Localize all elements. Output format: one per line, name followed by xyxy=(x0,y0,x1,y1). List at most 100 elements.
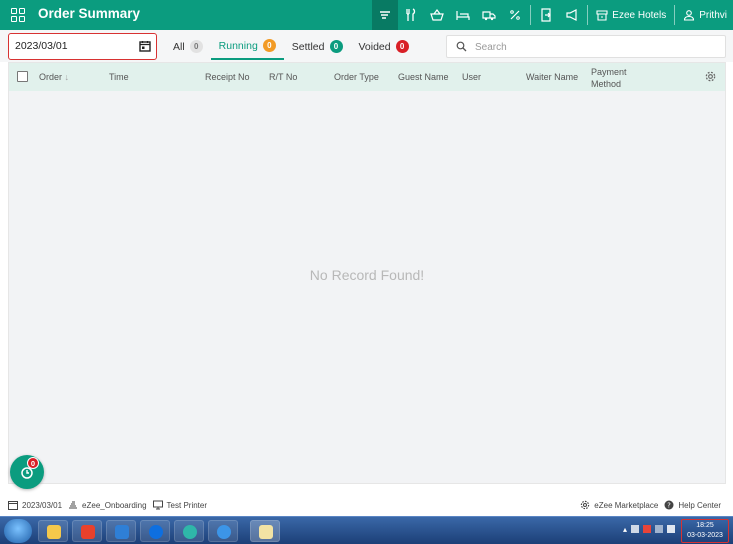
svg-text:?: ? xyxy=(667,502,671,510)
header-divider xyxy=(587,5,589,25)
taskbar-edge-button[interactable] xyxy=(174,520,204,542)
status-printer: Test Printer xyxy=(152,500,208,510)
column-order-type: Order Type xyxy=(334,72,379,82)
discount-icon[interactable] xyxy=(502,0,528,30)
tab-settled[interactable]: Settled 0 xyxy=(284,33,351,60)
column-label: Method xyxy=(591,79,622,89)
system-tray: ▴ xyxy=(623,525,675,534)
marketplace-link[interactable]: eZee Marketplace xyxy=(580,500,658,510)
tab-label: Settled xyxy=(291,40,325,53)
taskbar-anydesk-button[interactable] xyxy=(72,520,102,542)
tray-network-icon[interactable] xyxy=(631,525,639,533)
column-user: User xyxy=(462,72,482,82)
user-name: Prithvi xyxy=(699,9,727,21)
column-order[interactable]: Order ↓ xyxy=(39,72,69,82)
search-input[interactable] xyxy=(475,39,715,55)
header-divider xyxy=(530,5,532,25)
status-terminal: eZee_Onboarding xyxy=(68,500,147,510)
hotel-name: Ezee Hotels xyxy=(612,9,667,21)
status-printer-text: Test Printer xyxy=(166,500,208,510)
calendar-icon[interactable] xyxy=(139,40,151,52)
taskbar-phone-button[interactable] xyxy=(208,520,238,542)
notes-icon xyxy=(259,525,273,539)
status-bar: 2023/03/01 eZee_Onboarding Test Printer … xyxy=(0,498,733,514)
column-rt-no: R/T No xyxy=(269,72,298,82)
monitor-icon xyxy=(152,500,163,510)
taskbar-clock[interactable]: 18:25 03-03-2023 xyxy=(681,519,729,543)
notification-badge: 0 xyxy=(27,457,39,469)
count-badge: 0 xyxy=(395,40,409,53)
user-menu[interactable]: Prithvi xyxy=(677,0,733,30)
help-center-label: Help Center xyxy=(678,500,721,510)
date-picker[interactable]: 2023/03/01 xyxy=(8,33,157,60)
column-guest-name: Guest Name xyxy=(398,72,449,82)
status-date: 2023/03/01 xyxy=(8,500,62,510)
tab-label: All xyxy=(173,40,185,53)
table-header: Order ↓ Time Receipt No R/T No Order Typ… xyxy=(9,63,725,91)
exit-icon[interactable] xyxy=(533,0,559,30)
hotel-icon xyxy=(596,10,608,21)
help-icon: ? xyxy=(664,500,674,510)
help-center-link[interactable]: ? Help Center xyxy=(664,500,721,510)
status-date-text: 2023/03/01 xyxy=(22,500,63,510)
tray-volume-icon[interactable] xyxy=(667,525,675,533)
tray-arrow-icon[interactable]: ▴ xyxy=(623,525,627,534)
column-label: Payment xyxy=(591,67,627,77)
order-summary-icon[interactable] xyxy=(372,0,399,30)
tab-all[interactable]: All 0 xyxy=(165,33,211,60)
column-payment-method: Payment Method xyxy=(591,66,627,90)
search-box xyxy=(446,35,726,58)
teamviewer-icon xyxy=(149,525,163,539)
taskbar-app-button[interactable] xyxy=(106,520,136,542)
status-tabs: All 0 Running 0 Settled 0 Voided 0 xyxy=(165,33,417,60)
announcement-icon[interactable] xyxy=(559,0,585,30)
clock-date: 03-03-2023 xyxy=(687,532,723,539)
column-waiter-name: Waiter Name xyxy=(526,72,579,82)
calendar-icon xyxy=(8,501,18,510)
takeaway-basket-icon[interactable] xyxy=(424,0,450,30)
room-service-bed-icon[interactable] xyxy=(450,0,476,30)
count-badge: 0 xyxy=(262,39,276,52)
start-button[interactable] xyxy=(4,519,32,543)
filter-toolbar: 2023/03/01 All 0 Running 0 Settled 0 Voi… xyxy=(0,30,733,62)
dine-in-icon[interactable] xyxy=(398,0,424,30)
marketplace-label: eZee Marketplace xyxy=(594,500,659,510)
tab-running[interactable]: Running 0 xyxy=(210,33,284,60)
tray-security-icon[interactable] xyxy=(655,525,663,533)
sort-arrow-icon[interactable]: ↓ xyxy=(65,72,70,82)
taskbar-explorer-button[interactable] xyxy=(38,520,68,542)
delivery-truck-icon[interactable] xyxy=(476,0,502,30)
app-icon xyxy=(115,525,129,539)
app-header: Order Summary Ezee Hotels Prithvi xyxy=(0,0,733,30)
status-terminal-text: eZee_Onboarding xyxy=(82,500,147,510)
header-toolbar: Ezee Hotels Prithvi xyxy=(372,0,733,30)
page-title: Order Summary xyxy=(38,6,141,21)
tab-voided[interactable]: Voided 0 xyxy=(351,33,417,60)
gear-icon xyxy=(581,500,590,510)
windows-taskbar: ▴ 18:25 03-03-2023 xyxy=(0,516,733,544)
user-icon xyxy=(684,10,695,21)
edge-icon xyxy=(183,525,197,539)
date-value: 2023/03/01 xyxy=(15,40,68,52)
terminal-icon xyxy=(69,501,78,509)
folder-icon xyxy=(47,525,61,539)
tab-label: Voided xyxy=(358,40,391,53)
column-settings-gear-icon[interactable] xyxy=(704,70,717,83)
column-label: Order xyxy=(39,72,63,82)
count-badge: 0 xyxy=(189,40,203,53)
column-receipt-no: Receipt No xyxy=(205,72,250,82)
tab-label: Running xyxy=(218,39,258,52)
taskbar-active-app-button[interactable] xyxy=(250,520,280,542)
notifications-fab[interactable]: 0 xyxy=(10,455,44,489)
hotel-selector[interactable]: Ezee Hotels xyxy=(590,0,672,30)
tray-flag-icon[interactable] xyxy=(643,525,651,533)
column-time: Time xyxy=(109,72,129,82)
clock-time: 18:25 xyxy=(696,522,714,529)
apps-grid-icon[interactable] xyxy=(11,8,25,22)
phone-icon xyxy=(217,525,231,539)
search-icon xyxy=(456,41,467,52)
header-divider xyxy=(674,5,676,25)
select-all-checkbox[interactable] xyxy=(17,71,28,82)
anydesk-icon xyxy=(81,525,95,539)
taskbar-teamviewer-button[interactable] xyxy=(140,520,170,542)
